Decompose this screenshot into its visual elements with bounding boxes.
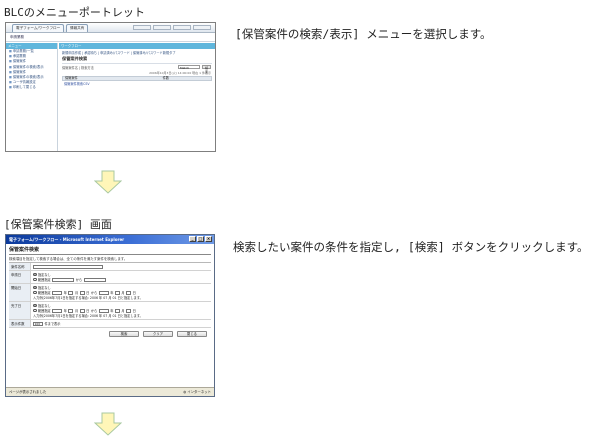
portlet-table-row[interactable]: 保管案件検索CSV [62,81,212,86]
close-button[interactable]: 閉じる [177,331,207,337]
search-note: 検索項目を指定して検索する場合は、全ての条件を満たす案件を検索します。 [9,257,128,261]
portlet-search-button[interactable]: 検索 [202,65,211,74]
search-page-title: 保管案件検索 [9,246,211,255]
portlet-menu: メニュー 申請業務/一覧 承認業務 保管案件 保管案件の検索/表示 保管案件 保… [6,43,58,151]
search-button[interactable]: 検索 [109,331,139,337]
row-display-count: 表示件数 100 件まで表示 [9,320,211,328]
end-none-radio[interactable] [33,303,37,308]
portlet-tab-share[interactable]: 情報共有 [66,24,88,32]
start-month-input[interactable] [68,290,74,295]
end-month-to-input[interactable] [114,308,120,313]
start-year-to-input[interactable] [98,290,109,295]
start-month-to-input[interactable] [114,290,120,295]
step2-caption: [保管案件検索] 画面 [4,218,112,231]
display-count-suffix: 件まで表示 [44,322,61,326]
step1-caption: BLCのメニューポートレット [4,6,145,19]
search-form-buttons: 検索 クリア 閉じる [9,331,211,337]
portlet-col-count: 件数 [162,76,169,80]
row-end-date: 完了日 指定なし 範囲指定年月日から年月日 入力例(2006年7月1日を指定する… [9,302,211,320]
portlet-breadcrumb: 申請業務 [10,35,24,39]
end-period-note: 入力例(2006年7月1日を指定する場合: 2006 年 07 月 01 日と指… [33,314,143,318]
ie-status-text: ページが表示されました [9,390,47,394]
down-arrow-icon [94,170,122,194]
row-start-date: 開始日 指定なし 範囲指定年月日から年月日 入力例(2006年7月1日を指定する… [9,284,211,302]
minimize-icon[interactable]: _ [189,236,196,242]
close-icon[interactable]: × [205,236,212,242]
start-range-radio[interactable] [33,290,37,295]
portlet-search-label: 保管案件名 | 検索方法 [62,66,94,70]
label-apply-date: 申請日 [9,271,31,283]
end-range-radio[interactable] [33,308,37,313]
search-form: 案件名称 申請日 指定なし 範囲指定 から 開始日 指定なし 範囲指定年月日から年… [9,262,211,328]
display-count-input[interactable]: 100 [33,321,43,326]
portlet-search-select[interactable]: Match [178,65,200,70]
maximize-icon[interactable]: □ [197,236,204,242]
portlet-screenshot: 電子フォーム/ワークフロー 情報共有 申請業務 メニュー 申請業務/一覧 承認業… [5,22,216,152]
ie-status-bar: ページが表示されました ◍ インターネット [6,387,214,396]
start-day-input[interactable] [79,290,85,295]
apply-range-label: 範囲指定 [38,278,51,282]
label-display-count: 表示件数 [9,320,31,327]
row-case-name: 案件名称 [9,263,211,271]
globe-icon: ◍ [183,390,187,394]
search-window-screenshot: 電子フォーム/ワークフロー - Microsoft Internet Explo… [5,234,215,397]
portlet-breadcrumb-bar: 申請業務 [6,33,215,42]
portlet-tab-workflow[interactable]: 電子フォーム/ワークフロー [12,24,64,32]
step2-description: 検索したい案件の条件を指定し, [検索] ボタンをクリックします。 [233,240,589,254]
portlet-search-line: 保管案件名 | 検索方法 Match 検索 [62,63,212,74]
apply-from-label: から [75,278,83,282]
end-year-input[interactable] [52,308,63,313]
row-apply-date: 申請日 指定なし 範囲指定 から [9,271,211,284]
down-arrow-icon [94,412,122,436]
start-day-to-input[interactable] [126,290,132,295]
start-period-note: 入力例(2006年7月1日を指定する場合: 2006 年 07 月 01 日と指… [33,296,143,300]
ie-window-controls: _ □ × [189,236,212,242]
ie-window-title: 電子フォーム/ワークフロー - Microsoft Internet Explo… [9,237,125,242]
label-end-date: 完了日 [9,302,31,319]
portlet-main: ワークフロー 新規申請作成 | 承認待ち | 申請済み/パスワード | 保管済み… [59,43,215,151]
ie-zone-label: インターネット [187,390,211,394]
portlet-main-tabs[interactable]: 新規申請作成 | 承認待ち | 申請済み/パスワード | 保管済み/パスワード新… [59,49,215,56]
apply-from-input[interactable] [52,277,75,282]
portlet-col-case: 保管案件 [65,76,78,80]
portlet-tabbar: 電子フォーム/ワークフロー 情報共有 [6,23,215,33]
label-case-name: 案件名称 [9,263,31,270]
start-none-radio[interactable] [33,285,37,290]
portlet-toolbar-buttons [133,25,211,30]
apply-to-input[interactable] [83,277,106,282]
start-year-input[interactable] [52,290,63,295]
case-name-input[interactable] [33,264,103,269]
clear-button[interactable]: クリア [143,331,173,337]
portlet-menu-item[interactable]: 印刷して閉じる [6,85,57,90]
end-month-input[interactable] [68,308,74,313]
apply-range-radio[interactable] [33,277,37,282]
search-form-page: 保管案件検索 検索項目を指定して検索する場合は、全ての条件を満たす案件を検索しま… [6,244,214,387]
end-day-input[interactable] [79,308,85,313]
portlet-main-title: 保管案件検索 [62,56,88,61]
step1-description: [保管案件の検索/表示] メニューを選択します。 [235,27,492,41]
label-start-date: 開始日 [9,284,31,301]
apply-none-radio[interactable] [33,272,37,277]
ie-zone: ◍ インターネット [183,389,211,395]
portlet-result-meta: 2006年10月3日(火) 14:00:00 現在 1 件表示 [149,71,211,75]
end-year-to-input[interactable] [98,308,109,313]
ie-title-bar: 電子フォーム/ワークフロー - Microsoft Internet Explo… [6,235,214,244]
end-day-to-input[interactable] [126,308,132,313]
